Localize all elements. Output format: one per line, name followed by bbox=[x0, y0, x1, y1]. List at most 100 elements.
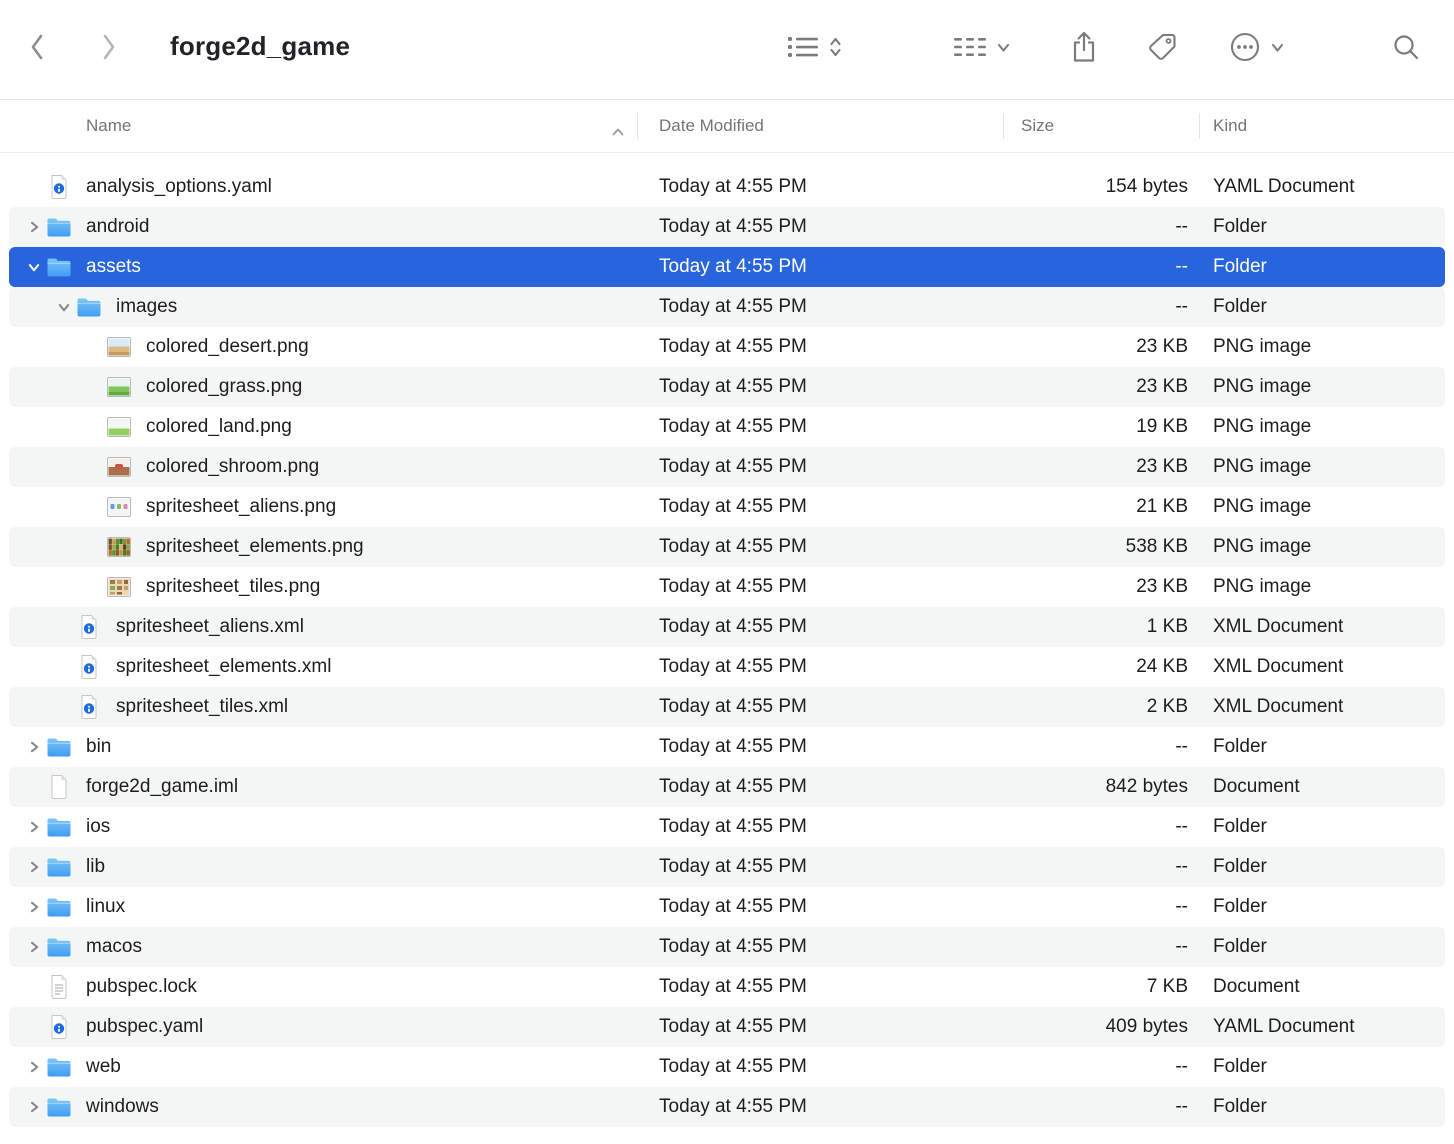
file-row-macos[interactable]: macos Today at 4:55 PM -- Folder bbox=[9, 927, 1445, 967]
date-modified-cell: Today at 4:55 PM bbox=[637, 376, 1003, 398]
disclosure-collapsed-icon[interactable] bbox=[22, 1055, 46, 1079]
date-modified-cell: Today at 4:55 PM bbox=[637, 776, 1003, 798]
file-name: assets bbox=[86, 256, 141, 278]
kind-cell: Folder bbox=[1199, 256, 1445, 278]
name-cell: forge2d_game.iml bbox=[9, 774, 637, 800]
indent-spacer bbox=[22, 547, 82, 548]
image-land-icon bbox=[106, 414, 132, 440]
file-row-colored_land.png[interactable]: colored_land.png Today at 4:55 PM 19 KB … bbox=[9, 407, 1445, 447]
file-row-spritesheet_tiles.xml[interactable]: spritesheet_tiles.xml Today at 4:55 PM 2… bbox=[9, 687, 1445, 727]
name-cell: linux bbox=[9, 894, 637, 920]
file-list: analysis_options.yaml Today at 4:55 PM 1… bbox=[0, 153, 1454, 1127]
folder-icon bbox=[46, 894, 72, 920]
forward-button[interactable] bbox=[100, 24, 118, 70]
file-row-images[interactable]: images Today at 4:55 PM -- Folder bbox=[9, 287, 1445, 327]
sort-ascending-icon bbox=[611, 122, 625, 142]
file-name: colored_desert.png bbox=[146, 336, 309, 358]
file-row-bin[interactable]: bin Today at 4:55 PM -- Folder bbox=[9, 727, 1445, 767]
disclosure-triangle bbox=[82, 375, 106, 399]
share-button[interactable] bbox=[1068, 24, 1100, 70]
file-row-spritesheet_tiles.png[interactable]: spritesheet_tiles.png Today at 4:55 PM 2… bbox=[9, 567, 1445, 607]
date-modified-cell: Today at 4:55 PM bbox=[637, 416, 1003, 438]
column-label-kind: Kind bbox=[1213, 116, 1247, 136]
file-name: pubspec.yaml bbox=[86, 1016, 203, 1038]
image-elements-icon bbox=[106, 534, 132, 560]
file-row-web[interactable]: web Today at 4:55 PM -- Folder bbox=[9, 1047, 1445, 1087]
xml-doc-icon bbox=[76, 654, 102, 680]
file-row-android[interactable]: android Today at 4:55 PM -- Folder bbox=[9, 207, 1445, 247]
share-icon bbox=[1068, 30, 1100, 64]
date-modified-cell: Today at 4:55 PM bbox=[637, 176, 1003, 198]
column-header-name[interactable]: Name bbox=[0, 100, 637, 152]
more-actions-button[interactable] bbox=[1228, 24, 1285, 70]
disclosure-triangle bbox=[22, 775, 46, 799]
file-name: ios bbox=[86, 816, 110, 838]
disclosure-collapsed-icon[interactable] bbox=[22, 1095, 46, 1119]
size-cell: -- bbox=[1003, 296, 1199, 318]
file-row-pubspec.yaml[interactable]: pubspec.yaml Today at 4:55 PM 409 bytes … bbox=[9, 1007, 1445, 1047]
kind-cell: Folder bbox=[1199, 896, 1445, 918]
file-row-analysis_options.yaml[interactable]: analysis_options.yaml Today at 4:55 PM 1… bbox=[9, 167, 1445, 207]
name-cell: spritesheet_aliens.xml bbox=[9, 614, 637, 640]
date-modified-cell: Today at 4:55 PM bbox=[637, 576, 1003, 598]
file-name: colored_shroom.png bbox=[146, 456, 319, 478]
indent-spacer bbox=[22, 467, 82, 468]
group-by-button[interactable] bbox=[952, 24, 1011, 70]
size-cell: 19 KB bbox=[1003, 416, 1199, 438]
image-desert-icon bbox=[106, 334, 132, 360]
file-row-colored_desert.png[interactable]: colored_desert.png Today at 4:55 PM 23 K… bbox=[9, 327, 1445, 367]
name-cell: colored_shroom.png bbox=[9, 454, 637, 480]
kind-cell: PNG image bbox=[1199, 576, 1445, 598]
disclosure-collapsed-icon[interactable] bbox=[22, 215, 46, 239]
column-header-date-modified[interactable]: Date Modified bbox=[637, 100, 1003, 152]
name-cell: images bbox=[9, 294, 637, 320]
file-row-assets[interactable]: assets Today at 4:55 PM -- Folder bbox=[9, 247, 1445, 287]
kind-cell: Folder bbox=[1199, 816, 1445, 838]
chevron-down-icon bbox=[1270, 40, 1285, 55]
date-modified-cell: Today at 4:55 PM bbox=[637, 936, 1003, 958]
view-mode-button[interactable] bbox=[786, 24, 843, 70]
disclosure-collapsed-icon[interactable] bbox=[22, 935, 46, 959]
file-row-linux[interactable]: linux Today at 4:55 PM -- Folder bbox=[9, 887, 1445, 927]
file-row-ios[interactable]: ios Today at 4:55 PM -- Folder bbox=[9, 807, 1445, 847]
column-header-kind[interactable]: Kind bbox=[1199, 100, 1454, 152]
file-row-colored_grass.png[interactable]: colored_grass.png Today at 4:55 PM 23 KB… bbox=[9, 367, 1445, 407]
kind-cell: Document bbox=[1199, 976, 1445, 998]
search-button[interactable] bbox=[1390, 24, 1422, 70]
file-row-spritesheet_elements.png[interactable]: spritesheet_elements.png Today at 4:55 P… bbox=[9, 527, 1445, 567]
file-row-windows[interactable]: windows Today at 4:55 PM -- Folder bbox=[9, 1087, 1445, 1127]
column-header-size[interactable]: Size bbox=[1003, 100, 1199, 152]
disclosure-collapsed-icon[interactable] bbox=[22, 895, 46, 919]
indent-spacer bbox=[22, 427, 82, 428]
disclosure-expanded-icon[interactable] bbox=[52, 295, 76, 319]
kind-cell: Folder bbox=[1199, 1096, 1445, 1118]
name-cell: pubspec.lock bbox=[9, 974, 637, 1000]
name-cell: spritesheet_elements.xml bbox=[9, 654, 637, 680]
date-modified-cell: Today at 4:55 PM bbox=[637, 856, 1003, 878]
date-modified-cell: Today at 4:55 PM bbox=[637, 1096, 1003, 1118]
date-modified-cell: Today at 4:55 PM bbox=[637, 976, 1003, 998]
date-modified-cell: Today at 4:55 PM bbox=[637, 296, 1003, 318]
file-row-forge2d_game.iml[interactable]: forge2d_game.iml Today at 4:55 PM 842 by… bbox=[9, 767, 1445, 807]
file-row-lib[interactable]: lib Today at 4:55 PM -- Folder bbox=[9, 847, 1445, 887]
file-name: colored_grass.png bbox=[146, 376, 302, 398]
name-cell: spritesheet_aliens.png bbox=[9, 494, 637, 520]
file-name: forge2d_game.iml bbox=[86, 776, 238, 798]
date-modified-cell: Today at 4:55 PM bbox=[637, 896, 1003, 918]
disclosure-expanded-icon[interactable] bbox=[22, 255, 46, 279]
disclosure-collapsed-icon[interactable] bbox=[22, 735, 46, 759]
file-row-colored_shroom.png[interactable]: colored_shroom.png Today at 4:55 PM 23 K… bbox=[9, 447, 1445, 487]
back-button[interactable] bbox=[28, 24, 46, 70]
tags-button[interactable] bbox=[1146, 24, 1178, 70]
file-row-spritesheet_aliens.xml[interactable]: spritesheet_aliens.xml Today at 4:55 PM … bbox=[9, 607, 1445, 647]
disclosure-triangle bbox=[52, 615, 76, 639]
file-row-pubspec.lock[interactable]: pubspec.lock Today at 4:55 PM 7 KB Docum… bbox=[9, 967, 1445, 1007]
indent-spacer bbox=[22, 627, 52, 628]
disclosure-collapsed-icon[interactable] bbox=[22, 815, 46, 839]
file-row-spritesheet_elements.xml[interactable]: spritesheet_elements.xml Today at 4:55 P… bbox=[9, 647, 1445, 687]
file-row-spritesheet_aliens.png[interactable]: spritesheet_aliens.png Today at 4:55 PM … bbox=[9, 487, 1445, 527]
name-cell: bin bbox=[9, 734, 637, 760]
file-name: bin bbox=[86, 736, 111, 758]
disclosure-collapsed-icon[interactable] bbox=[22, 855, 46, 879]
disclosure-triangle bbox=[82, 535, 106, 559]
